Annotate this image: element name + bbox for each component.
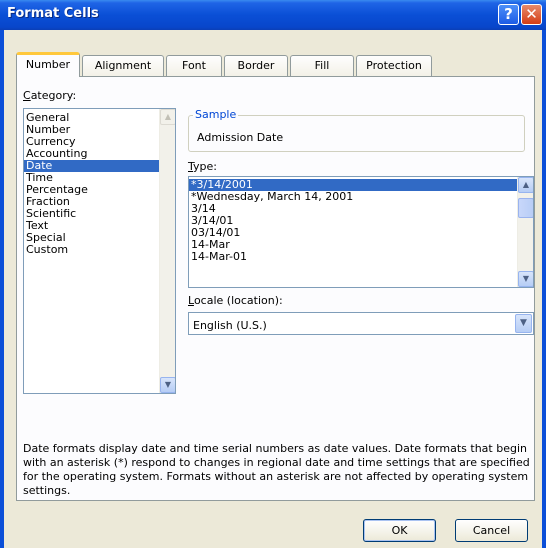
category-listbox[interactable]: General Number Currency Accounting Date Time P… (23, 108, 176, 394)
type-list-item[interactable]: 3/14 (189, 203, 533, 215)
close-button[interactable]: ✕ (521, 4, 542, 25)
tab-border[interactable]: Border (224, 55, 288, 76)
type-list-item[interactable]: 14-Mar-01 (189, 251, 533, 263)
dialog-body: Number Alignment Font Border Fill Protec… (4, 30, 542, 548)
sample-title: Sample (193, 108, 239, 121)
locale-value: English (U.S.) (193, 319, 267, 332)
tab-alignment[interactable]: Alignment (82, 55, 164, 76)
tab-protection[interactable]: Protection (356, 55, 432, 76)
type-label: Type: (188, 160, 217, 173)
help-button[interactable]: ? (498, 4, 519, 25)
category-scrollbar[interactable]: ▲ ▼ (159, 109, 175, 393)
scroll-down-icon[interactable]: ▼ (518, 271, 533, 287)
tab-font[interactable]: Font (166, 55, 222, 76)
scroll-up-icon[interactable]: ▲ (518, 177, 533, 193)
chevron-down-icon[interactable]: ▼ (515, 314, 532, 333)
type-scrollbar[interactable]: ▲ ▼ (517, 177, 533, 287)
category-label: Category: (23, 89, 76, 102)
category-label-text: ategory: (30, 89, 77, 102)
window-title: Format Cells (7, 6, 99, 21)
ok-button[interactable]: OK (363, 519, 436, 542)
locale-dropdown[interactable]: English (U.S.) ▼ (188, 312, 534, 335)
type-list-item[interactable]: 03/14/01 (189, 227, 533, 239)
scroll-down-icon[interactable]: ▼ (160, 377, 175, 393)
format-description: Date formats display date and time seria… (23, 442, 530, 497)
scroll-thumb[interactable] (518, 198, 533, 218)
tab-number[interactable]: Number (16, 52, 80, 77)
type-listbox[interactable]: *3/14/2001 *Wednesday, March 14, 2001 3/14… (188, 176, 534, 288)
category-list-item[interactable]: Custom (24, 244, 175, 256)
scroll-up-icon[interactable]: ▲ (160, 109, 175, 125)
sample-group: Sample Admission Date (188, 108, 525, 152)
sample-value: Admission Date (197, 131, 284, 144)
number-tab-panel: Category: General Number Currency Accountin… (16, 76, 535, 501)
category-label-accelerator: C (23, 89, 31, 102)
tab-strip: Number Alignment Font Border Fill Protec… (16, 52, 436, 77)
cancel-button[interactable]: Cancel (455, 519, 528, 542)
title-bar[interactable]: Format Cells ? ✕ (0, 0, 546, 30)
type-list-item[interactable]: *Wednesday, March 14, 2001 (189, 191, 533, 203)
tab-fill[interactable]: Fill (290, 55, 354, 76)
locale-label: Locale (location): (188, 294, 283, 307)
type-list-item[interactable]: 3/14/01 (189, 215, 533, 227)
type-label-text: ype: (193, 160, 217, 173)
locale-label-text: ocale (location): (193, 294, 283, 307)
